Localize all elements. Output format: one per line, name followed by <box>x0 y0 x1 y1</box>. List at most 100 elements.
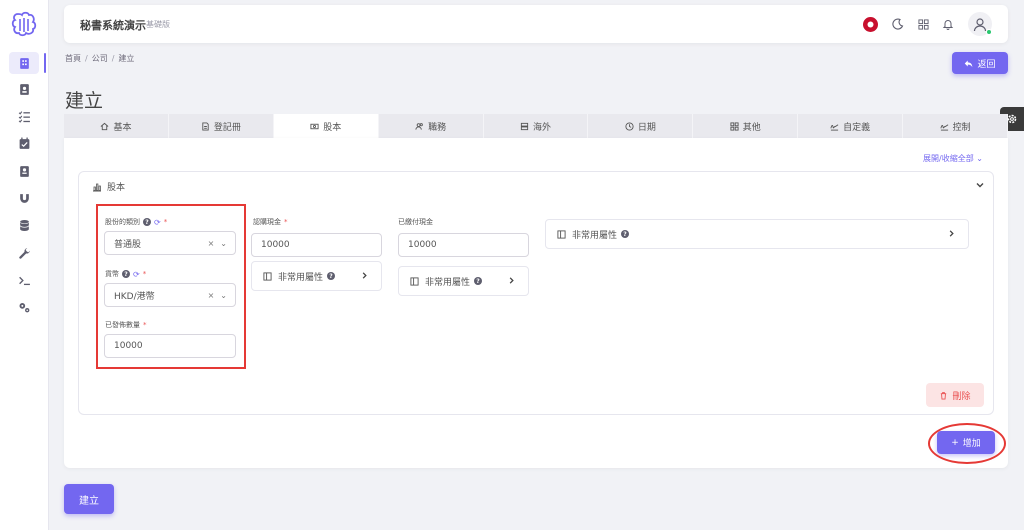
moon-icon[interactable] <box>890 16 906 32</box>
building-icon <box>19 57 29 69</box>
panel-icon <box>410 276 419 286</box>
tab-basic[interactable]: 基本 <box>64 114 169 138</box>
banknote-icon <box>310 123 319 129</box>
panel-icon <box>557 229 566 239</box>
uncommon-props-toggle[interactable]: 非常用屬性 ? <box>545 219 969 249</box>
database-icon <box>19 219 29 231</box>
back-button-label: 返回 <box>977 59 996 70</box>
bar-chart-icon <box>93 183 101 191</box>
paid-input[interactable]: 10000 <box>398 233 529 257</box>
tab-label: 日期 <box>637 122 656 133</box>
tab-label: 職務 <box>428 122 447 133</box>
chevron-right-icon <box>949 230 954 237</box>
chevron-right-icon <box>509 277 514 284</box>
tab-label: 自定義 <box>843 122 871 133</box>
nav-database[interactable] <box>9 214 39 236</box>
help-icon[interactable]: ? <box>474 277 483 285</box>
delete-button-label: 刪除 <box>952 391 971 402</box>
document-icon <box>202 121 209 131</box>
document-person-icon <box>19 165 29 177</box>
help-icon[interactable]: ? <box>621 230 630 238</box>
magnet-icon <box>19 193 29 203</box>
tab-control[interactable]: 控制 <box>903 114 1009 138</box>
grid-icon <box>730 121 739 131</box>
tab-label: 登記冊 <box>213 122 241 133</box>
checklist-icon <box>18 110 30 123</box>
uncommon-props-toggle[interactable]: 非常用屬性 ? <box>398 266 529 296</box>
paid-label: 已繳付現金 <box>398 217 433 227</box>
wrench-icon <box>18 247 30 259</box>
expand-all-label: 展開/收縮全部 <box>923 154 974 163</box>
nav-company[interactable] <box>9 52 46 74</box>
nav-settings[interactable] <box>9 296 39 318</box>
tab-label: 基本 <box>113 122 132 133</box>
tab-overseas[interactable]: 海外 <box>483 114 589 138</box>
nav-contacts[interactable] <box>9 78 39 100</box>
help-icon[interactable]: ? <box>327 272 336 280</box>
terminal-icon <box>18 276 30 285</box>
logo-icon <box>11 11 37 37</box>
tab-custom[interactable]: 自定義 <box>798 114 904 138</box>
server-icon <box>520 122 529 130</box>
uncommon-props-label: 非常用屬性 <box>278 272 324 283</box>
nav-tasks[interactable] <box>9 105 39 127</box>
app-edition: 基礎版 <box>146 20 170 29</box>
top-header: 秘書系統演示 基礎版 <box>64 5 1008 43</box>
reply-arrow-icon <box>965 60 973 67</box>
gears-icon <box>19 302 29 312</box>
uncommon-props-label: 非常用屬性 <box>425 277 471 288</box>
tab-positions[interactable]: 職務 <box>378 114 484 138</box>
create-button-label: 建立 <box>79 495 99 507</box>
breadcrumb: 首頁 / 公司 / 建立 <box>65 54 135 63</box>
nav-documents[interactable] <box>9 160 39 182</box>
create-button[interactable]: 建立 <box>64 484 114 514</box>
breadcrumb-company[interactable]: 公司 <box>92 54 108 63</box>
hk-flag-icon[interactable] <box>862 16 878 32</box>
expand-all-link[interactable]: 展開/收縮全部 ⌄ <box>923 153 983 164</box>
paid-label-text: 已繳付現金 <box>398 218 433 226</box>
clock-icon <box>625 121 634 131</box>
uncommon-props-toggle[interactable]: 非常用屬性 ? <box>251 261 382 291</box>
grid-apps-icon[interactable] <box>915 16 931 32</box>
nav-magnet[interactable] <box>9 187 39 209</box>
highlight-annotation <box>96 204 246 369</box>
subscribed-value: 10000 <box>261 240 290 250</box>
chevron-down-icon: ⌄ <box>976 154 983 163</box>
contact-card-icon <box>19 83 29 95</box>
section-header[interactable]: 股本 <box>92 180 125 193</box>
section-title: 股本 <box>107 183 126 193</box>
page-title: 建立 <box>65 90 104 112</box>
panel-icon <box>263 271 272 281</box>
tab-other[interactable]: 其他 <box>693 114 799 138</box>
chevron-down-icon[interactable] <box>975 180 985 190</box>
app-title: 秘書系統演示 <box>80 19 146 32</box>
nav-terminal[interactable] <box>9 269 39 291</box>
chevron-right-icon <box>362 272 367 279</box>
tab-label: 股本 <box>323 122 342 133</box>
sidebar <box>0 0 49 530</box>
breadcrumb-home[interactable]: 首頁 <box>65 54 81 63</box>
tab-label: 海外 <box>533 122 552 133</box>
subscribed-label-text: 認購現金 <box>253 218 281 226</box>
tab-register[interactable]: 登記冊 <box>168 114 274 138</box>
tab-share-capital[interactable]: 股本 <box>273 114 379 138</box>
signature-icon <box>830 123 839 131</box>
users-icon <box>415 122 423 130</box>
nav-calendar[interactable] <box>9 132 39 154</box>
highlight-annotation <box>928 423 1006 464</box>
tab-dates[interactable]: 日期 <box>588 114 694 138</box>
calendar-check-icon <box>19 137 29 149</box>
tab-label: 其他 <box>742 122 761 133</box>
nav-tools[interactable] <box>9 242 39 264</box>
uncommon-props-label: 非常用屬性 <box>572 230 618 241</box>
subscribed-input[interactable]: 10000 <box>251 233 382 257</box>
paid-value: 10000 <box>408 240 437 250</box>
back-button[interactable]: 返回 <box>952 52 1008 74</box>
delete-button[interactable]: 刪除 <box>926 383 984 407</box>
required-marker: * <box>284 218 288 226</box>
tab-bar: 基本 登記冊 股本 職務 海外 日期 其他 自定義 控制 <box>64 114 1009 138</box>
bell-icon[interactable] <box>940 16 956 32</box>
breadcrumb-current: 建立 <box>118 54 135 63</box>
subscribed-label: 認購現金 * <box>253 217 288 227</box>
avatar[interactable] <box>968 12 992 36</box>
